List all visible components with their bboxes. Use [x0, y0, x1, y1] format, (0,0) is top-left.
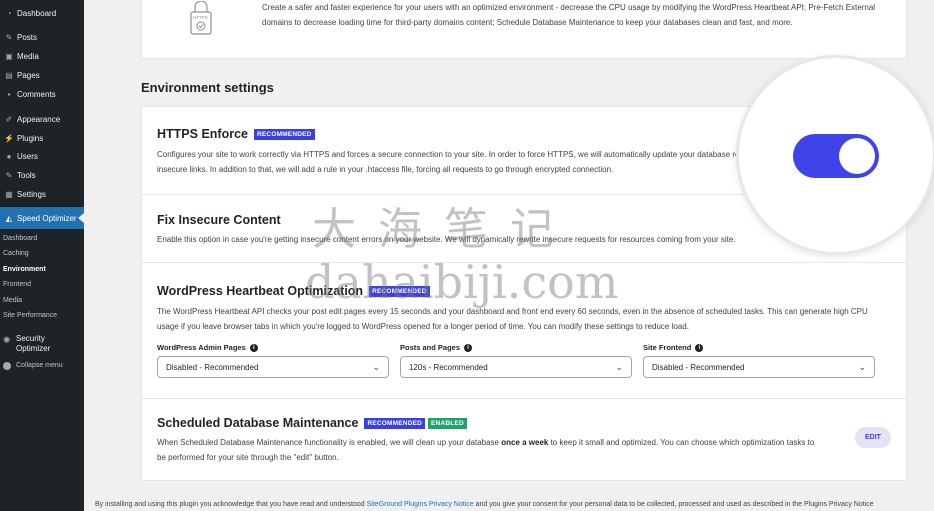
- enabled-badge: ENABLED: [428, 417, 467, 429]
- submenu-frontend[interactable]: Frontend: [3, 281, 31, 288]
- admin-pages-label: WordPress Admin Pages i: [157, 343, 258, 352]
- db-maintenance-desc: When Scheduled Database Maintenance func…: [157, 435, 817, 465]
- plugin-icon: ⚡: [4, 133, 14, 143]
- sidebar-item-users[interactable]: ● Users: [0, 147, 84, 165]
- recommended-badge: RECOMMENDED: [364, 417, 426, 429]
- security-icon: ✺: [3, 335, 11, 345]
- brush-icon: ✐: [5, 114, 13, 124]
- footer-notice: By installing and using this plugin you …: [95, 501, 874, 508]
- sidebar-item-posts[interactable]: ✎ Posts: [0, 28, 84, 46]
- wrench-icon: ✎: [5, 170, 13, 180]
- collapse-menu-label: Collapse menu: [16, 362, 63, 369]
- sidebar-item-security-optimizer[interactable]: ✺ Security Optimizer: [0, 333, 84, 355]
- site-frontend-select[interactable]: Disabled - Recommended ⌄: [643, 356, 875, 378]
- https-enforce-desc: Configures your site to work correctly v…: [157, 150, 776, 174]
- info-icon[interactable]: i: [249, 343, 258, 352]
- footer-text: and you give your consent for your perso…: [473, 501, 874, 508]
- admin-pages-label-text: WordPress Admin Pages: [157, 343, 246, 352]
- media-icon: ▣: [5, 51, 13, 61]
- collapse-menu-button[interactable]: Collapse menu: [0, 361, 84, 373]
- sidebar-item-speed-optimizer[interactable]: ◭ Speed Optimizer: [0, 207, 84, 229]
- db-desc-part: When Scheduled Database Maintenance func…: [157, 438, 502, 447]
- footer-text: By installing and using this plugin you …: [95, 501, 367, 508]
- https-lock-icon: HTTPS: [190, 0, 212, 35]
- submenu-dashboard[interactable]: Dashboard: [3, 235, 37, 242]
- chevron-down-icon: ⌄: [372, 361, 380, 372]
- user-icon: ●: [6, 151, 12, 161]
- sidebar-item-dashboard[interactable]: ◔ Dashboard: [0, 4, 84, 22]
- privacy-notice-link[interactable]: SiteGround Plugins Privacy Notice: [367, 501, 474, 508]
- submenu-site-performance[interactable]: Site Performance: [3, 312, 57, 319]
- edit-button[interactable]: EDIT: [855, 427, 891, 448]
- sidebar-item-tools[interactable]: ✎ Tools: [0, 166, 84, 184]
- submenu-media[interactable]: Media: [3, 297, 22, 304]
- sidebar-item-settings[interactable]: ▦ Settings: [0, 185, 84, 203]
- db-maintenance-title: Scheduled Database Maintenance RECOMMEND…: [157, 416, 467, 430]
- security-label-line2: Optimizer: [16, 344, 51, 353]
- sidebar-item-comments[interactable]: ▪ Comments: [0, 85, 84, 103]
- settings-icon: ▦: [5, 189, 13, 199]
- site-frontend-label: Site Frontend i: [643, 343, 704, 352]
- pin-icon: ✎: [5, 32, 13, 42]
- site-frontend-value: Disabled - Recommended: [652, 362, 745, 372]
- divider: [141, 398, 907, 399]
- admin-sidebar: ◔ Dashboard ✎ Posts ▣ Media ▤ Pages ▪ Comment…: [0, 0, 84, 511]
- chevron-down-icon: ⌄: [615, 361, 623, 372]
- posts-pages-value: 120s - Recommended: [409, 362, 488, 372]
- submenu-caching[interactable]: Caching: [3, 250, 29, 257]
- intro-text: Create a safer and faster experience for…: [262, 3, 876, 27]
- info-icon[interactable]: i: [464, 343, 473, 352]
- admin-pages-value: Disabled - Recommended: [166, 362, 259, 372]
- dashboard-icon: ◔: [6, 8, 12, 18]
- collapse-icon: [3, 362, 11, 370]
- https-icon-label: HTTPS: [193, 15, 208, 20]
- sidebar-item-appearance[interactable]: ✐ Appearance: [0, 110, 84, 128]
- posts-pages-select[interactable]: 120s - Recommended ⌄: [400, 356, 632, 378]
- security-label-line1: Security: [16, 334, 45, 343]
- pages-icon: ▤: [5, 70, 13, 80]
- speed-icon: ◭: [5, 213, 13, 223]
- fix-insecure-title-text: Fix Insecure Content: [157, 213, 281, 227]
- https-enforce-title-text: HTTPS Enforce: [157, 127, 248, 141]
- watermark-en: dahaibiji.com: [305, 255, 619, 309]
- posts-pages-label-text: Posts and Pages: [400, 343, 461, 352]
- sidebar-item-pages[interactable]: ▤ Pages: [0, 66, 84, 84]
- info-icon[interactable]: i: [695, 343, 704, 352]
- db-maintenance-title-text: Scheduled Database Maintenance: [157, 416, 359, 430]
- https-enforce-title: HTTPS Enforce RECOMMENDED: [157, 127, 315, 141]
- watermark-cn: 大海笔记: [312, 204, 576, 255]
- recommended-badge: RECOMMENDED: [254, 128, 315, 140]
- zoom-magnifier: [739, 58, 933, 252]
- posts-pages-label: Posts and Pages i: [400, 343, 473, 352]
- fix-insecure-title: Fix Insecure Content: [157, 213, 281, 227]
- chevron-down-icon: ⌄: [858, 361, 866, 372]
- sidebar-item-media[interactable]: ▣ Media: [0, 47, 84, 65]
- submenu-environment[interactable]: Environment: [3, 266, 46, 273]
- comment-icon: ▪: [7, 89, 11, 99]
- admin-pages-select[interactable]: Disabled - Recommended ⌄: [157, 356, 389, 378]
- section-title: Environment settings: [141, 80, 274, 95]
- db-desc-emphasis: once a week: [501, 438, 549, 447]
- https-enforce-toggle[interactable]: [793, 134, 879, 178]
- site-frontend-label-text: Site Frontend: [643, 343, 692, 352]
- sidebar-item-plugins[interactable]: ⚡ Plugins: [0, 129, 84, 147]
- toggle-knob: [839, 138, 875, 174]
